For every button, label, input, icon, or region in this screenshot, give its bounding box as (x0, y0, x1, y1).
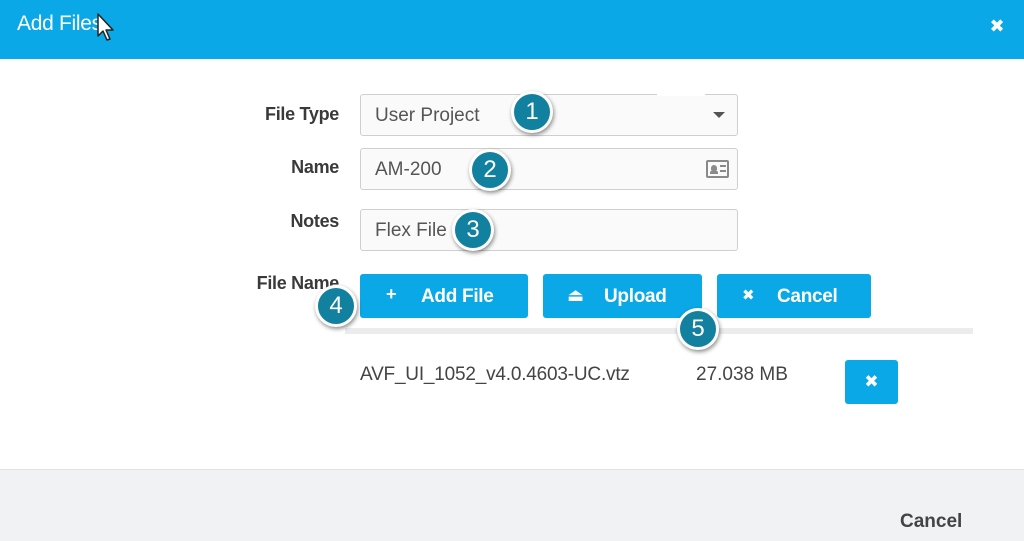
cancel-upload-label: Cancel (777, 286, 838, 307)
progress-track (345, 328, 973, 334)
close-icon[interactable]: ✖ (986, 15, 1008, 37)
id-card-icon (706, 160, 729, 178)
file-entry-name: AVF_UI_1052_v4.0.4603-UC.vtz (360, 364, 630, 385)
file-entry-size: 27.038 MB (696, 364, 788, 385)
dialog-footer: Cancel (0, 469, 1024, 541)
cancel-upload-button[interactable]: ✖ Cancel (717, 274, 871, 318)
add-file-button[interactable]: + Add File (360, 274, 528, 318)
callout-badge-1: 1 (511, 91, 553, 133)
upload-label: Upload (604, 286, 667, 307)
upload-button[interactable]: ⏏ Upload (543, 274, 702, 318)
footer-cancel-button[interactable]: Cancel (900, 511, 962, 533)
notes-input[interactable]: Flex File (360, 209, 738, 251)
notes-label: Notes (290, 211, 339, 231)
notes-value: Flex File (375, 220, 447, 241)
callout-badge-2: 2 (469, 149, 511, 191)
file-type-label: File Type (265, 104, 339, 124)
close-icon: ✖ (864, 372, 879, 391)
name-value: AM-200 (375, 159, 442, 180)
dialog-title: Add Files (17, 12, 102, 35)
upload-icon: ⏏ (567, 285, 584, 305)
close-icon: ✖ (742, 287, 755, 304)
callout-badge-3: 3 (452, 209, 494, 251)
dialog-titlebar: Add Files ✖ (0, 0, 1024, 59)
add-file-label: Add File (421, 286, 494, 307)
callout-badge-5: 5 (677, 308, 719, 350)
name-input[interactable]: AM-200 (360, 148, 738, 190)
remove-file-button[interactable]: ✖ (845, 360, 898, 404)
chevron-down-icon (713, 112, 725, 118)
plus-icon: + (386, 284, 397, 304)
file-name-label: File Name (256, 273, 340, 293)
callout-badge-4: 4 (315, 285, 357, 327)
mouse-pointer-icon (97, 13, 114, 41)
file-type-value: User Project (375, 105, 480, 126)
name-label: Name (291, 157, 339, 177)
